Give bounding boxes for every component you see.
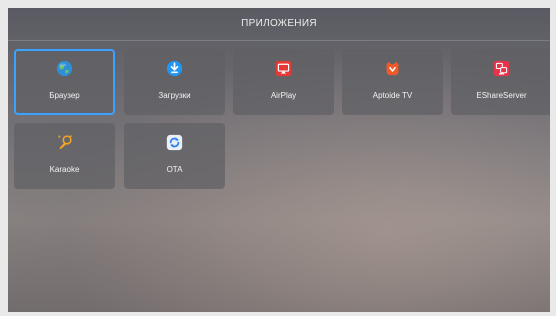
app-tile-ota[interactable]: OTA [124, 123, 225, 189]
app-label: AirPlay [270, 91, 297, 100]
app-tile-browser[interactable]: Браузер [14, 49, 115, 115]
aptoide-icon [386, 61, 399, 76]
page-title: ПРИЛОЖЕНИЯ [241, 18, 317, 29]
app-tile-aptoide[interactable]: Aptoide TV [342, 49, 443, 115]
download-icon [166, 60, 183, 77]
globe-icon [56, 60, 73, 77]
tv-screen: ПРИЛОЖЕНИЯ Браузер Загрузки AirPlay Apto… [8, 8, 550, 312]
title-divider [8, 40, 550, 41]
app-tile-karaoke[interactable]: Karaoke [14, 123, 115, 189]
ota-refresh-icon [166, 134, 183, 151]
app-label: Браузер [49, 91, 80, 100]
app-label: Aptoide TV [372, 91, 413, 100]
app-label: EShareServer [476, 91, 527, 100]
app-label: Загрузки [158, 91, 191, 100]
microphone-icon [58, 135, 72, 150]
app-label: OTA [166, 165, 183, 174]
app-label: Karaoke [49, 165, 80, 174]
app-tile-downloads[interactable]: Загрузки [124, 49, 225, 115]
app-tile-eshare[interactable]: EShareServer [451, 49, 550, 115]
app-tile-airplay[interactable]: AirPlay [233, 49, 334, 115]
airplay-icon [275, 60, 292, 77]
eshare-icon [493, 60, 510, 77]
